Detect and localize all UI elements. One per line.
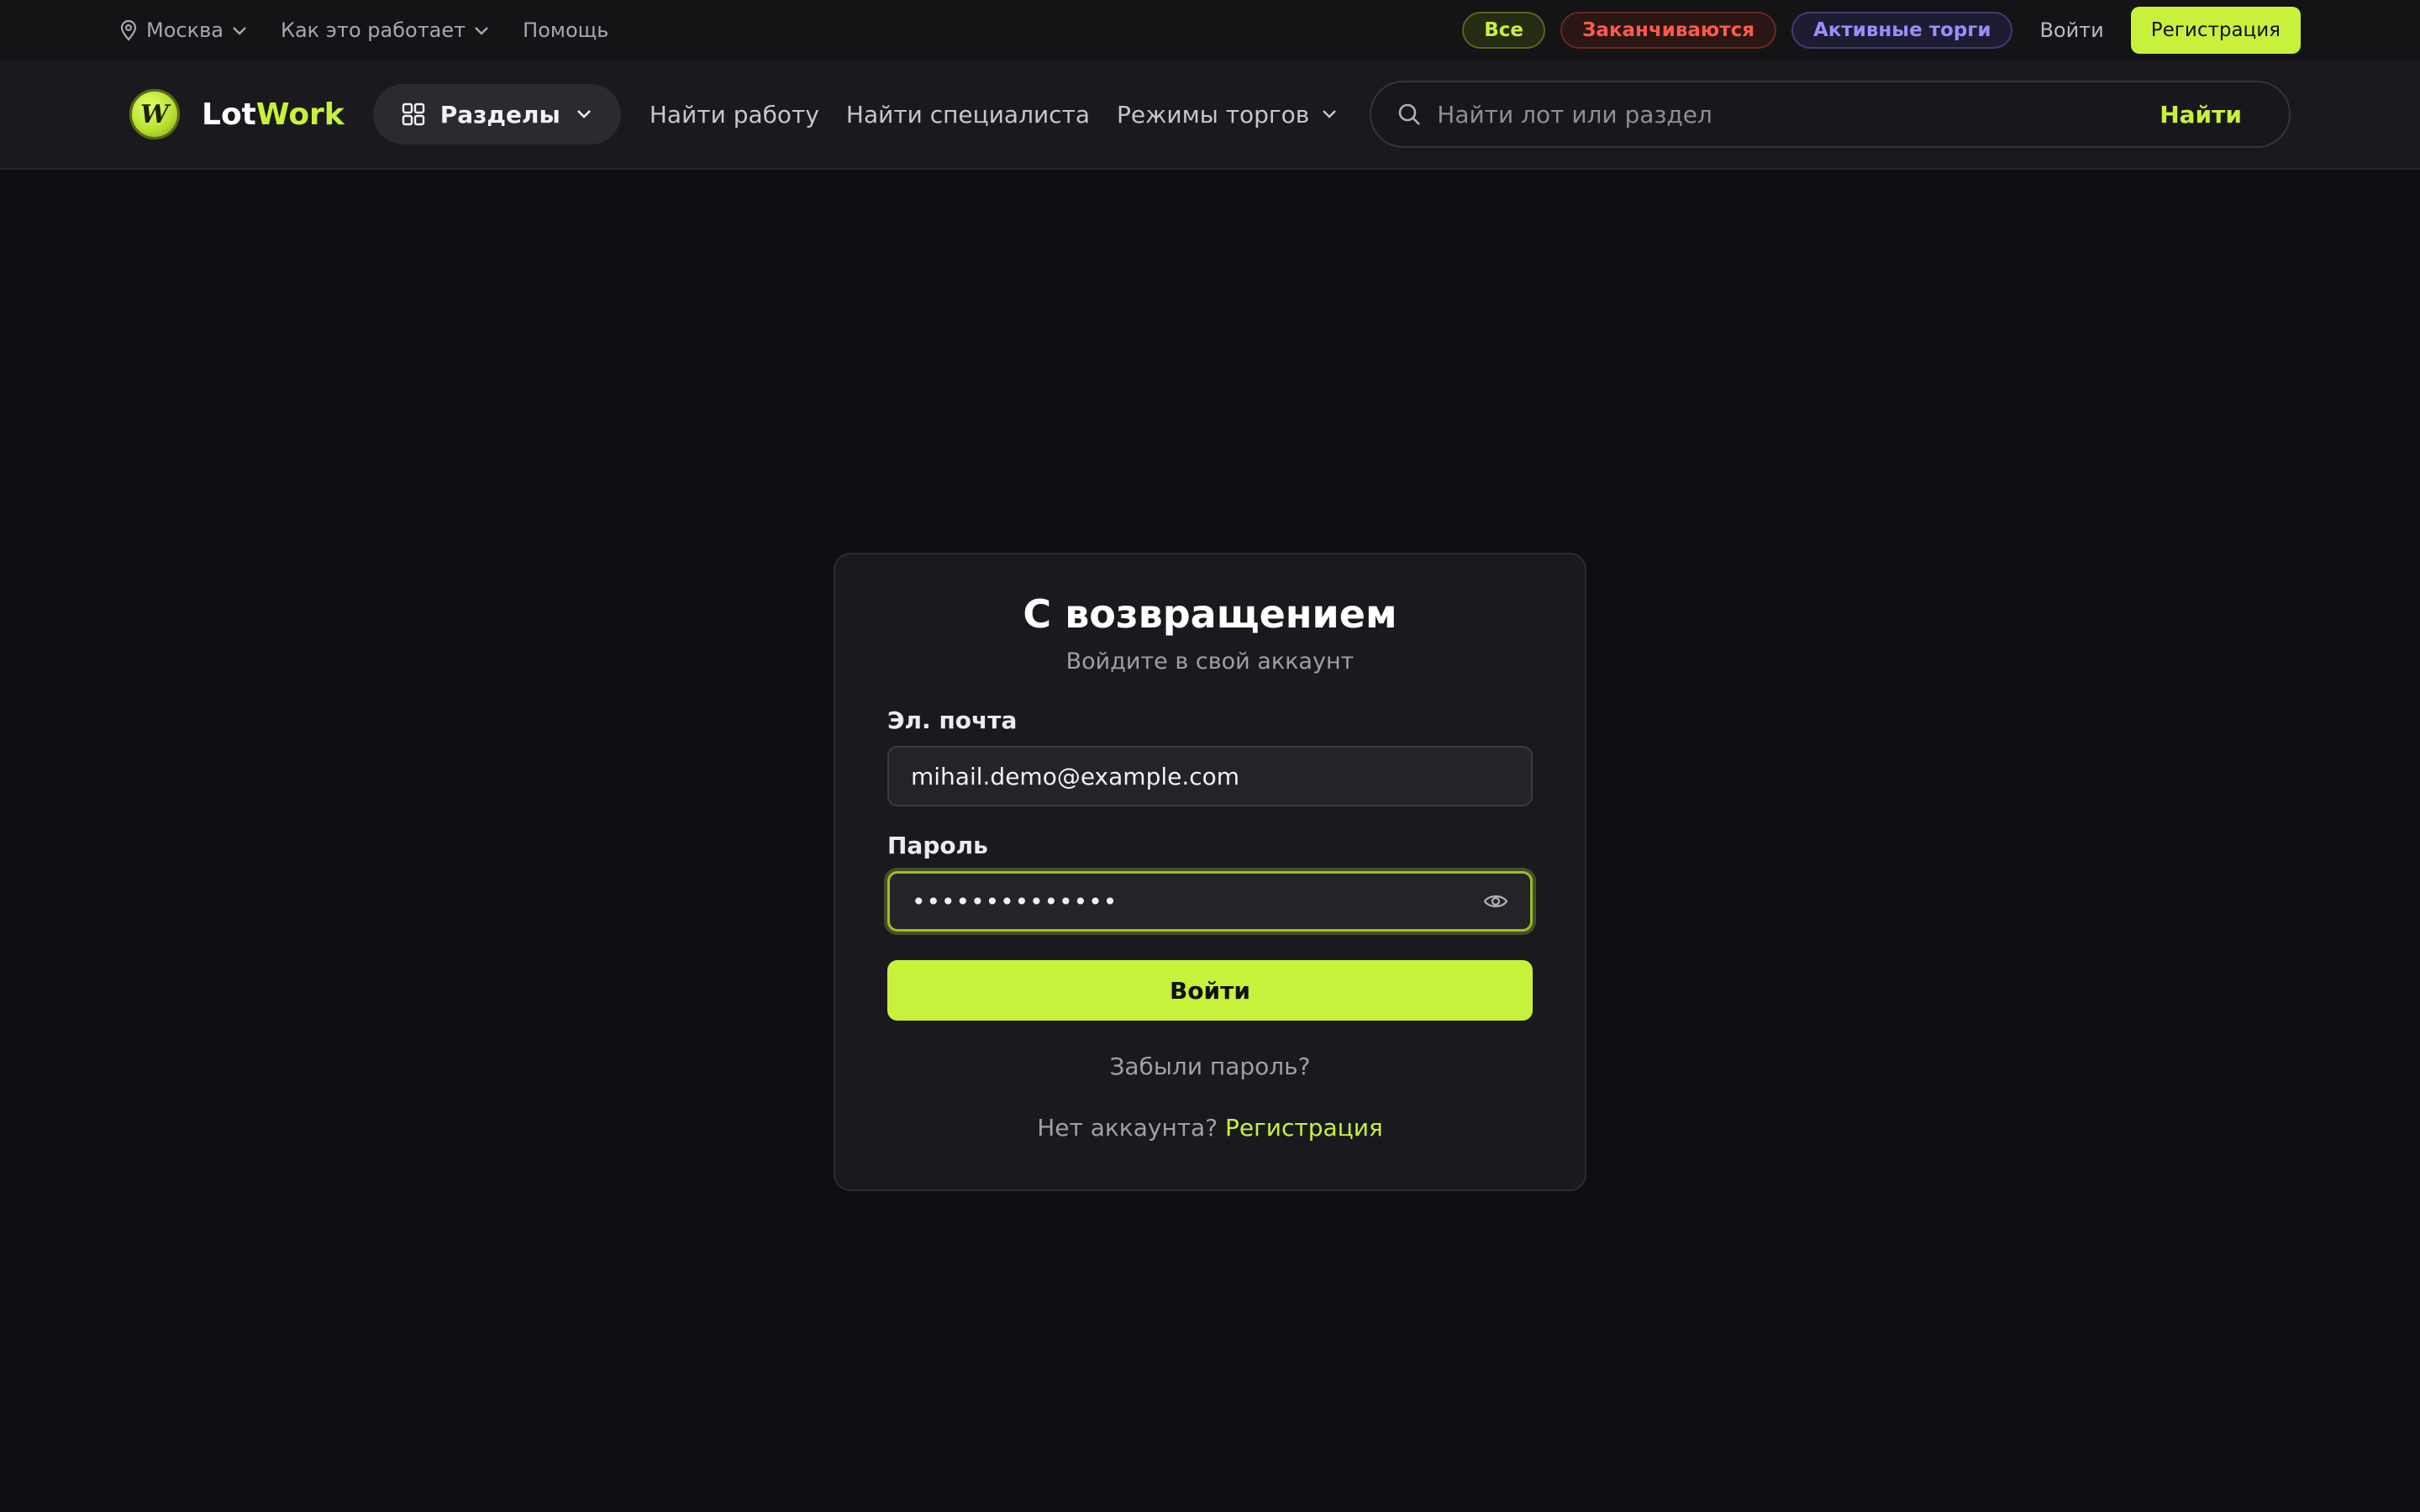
top-register-button[interactable]: Регистрация xyxy=(2130,7,2301,54)
filter-active-pill[interactable]: Активные торги xyxy=(1791,12,2013,49)
login-title: С возвращением xyxy=(1023,591,1397,637)
nav-trade-modes[interactable]: Режимы торгов xyxy=(1117,101,1338,129)
map-pin-icon xyxy=(120,19,137,41)
chevron-down-icon xyxy=(576,110,591,118)
how-it-works-menu[interactable]: Как это работает xyxy=(281,18,489,42)
login-subtitle: Войдите в свой аккаунт xyxy=(1065,648,1355,675)
password-input[interactable] xyxy=(912,887,1483,916)
logo-mark-letter: W xyxy=(140,99,169,129)
logo-icon: W xyxy=(129,89,180,139)
nav-trade-modes-label: Режимы торгов xyxy=(1117,100,1310,129)
search-bar: Найти xyxy=(1370,81,2291,148)
help-link[interactable]: Помощь xyxy=(523,18,608,42)
sections-label: Разделы xyxy=(439,100,560,129)
top-strip-right: Все Заканчиваются Активные торги Войти Р… xyxy=(1462,7,2301,54)
grid-icon xyxy=(402,102,424,126)
email-input[interactable] xyxy=(911,762,1509,790)
no-account-text: Нет аккаунта? xyxy=(1037,1114,1218,1142)
login-card: С возвращением Войдите в свой аккаунт Эл… xyxy=(834,553,1586,1191)
login-submit-button[interactable]: Войти xyxy=(887,960,1533,1021)
search-icon xyxy=(1398,103,1421,125)
main-header: W LotWork Разделы Найти работу Найти спе… xyxy=(0,60,2420,170)
nav-find-specialist[interactable]: Найти специалиста xyxy=(846,101,1090,129)
email-field xyxy=(887,746,1533,806)
chevron-down-icon xyxy=(233,27,246,35)
top-strip: Москва Как это работает Помощь Все Закан… xyxy=(0,0,2420,60)
filter-ending-pill[interactable]: Заканчиваются xyxy=(1560,12,1776,49)
nav-find-work[interactable]: Найти работу xyxy=(650,101,819,129)
sections-button[interactable]: Разделы xyxy=(372,84,621,144)
chevron-down-icon xyxy=(1323,110,1337,118)
email-label: Эл. почта xyxy=(887,706,1018,734)
city-selector[interactable]: Москва xyxy=(119,18,247,42)
logo[interactable]: W LotWork xyxy=(129,89,345,139)
password-field xyxy=(887,871,1533,932)
register-link[interactable]: Регистрация xyxy=(1225,1114,1383,1142)
logo-text-lot: Lot xyxy=(202,97,256,132)
forgot-password-link[interactable]: Забыли пароль? xyxy=(887,1053,1533,1080)
top-login-link[interactable]: Войти xyxy=(2028,18,2115,42)
city-label: Москва xyxy=(146,18,224,42)
eye-icon[interactable] xyxy=(1483,892,1508,911)
search-input[interactable] xyxy=(1437,100,2160,129)
how-it-works-label: Как это работает xyxy=(280,18,466,42)
main-nav: Найти работу Найти специалиста Режимы то… xyxy=(650,101,1338,129)
chevron-down-icon xyxy=(475,27,488,35)
help-label: Помощь xyxy=(523,18,609,42)
no-account-row: Нет аккаунта? Регистрация xyxy=(887,1114,1533,1142)
logo-text-work: Work xyxy=(255,97,345,132)
top-strip-left: Москва Как это работает Помощь xyxy=(119,18,608,42)
search-button[interactable]: Найти xyxy=(2160,101,2264,129)
password-label: Пароль xyxy=(887,832,988,859)
filter-all-pill[interactable]: Все xyxy=(1462,12,1546,49)
logo-text: LotWork xyxy=(202,97,345,132)
